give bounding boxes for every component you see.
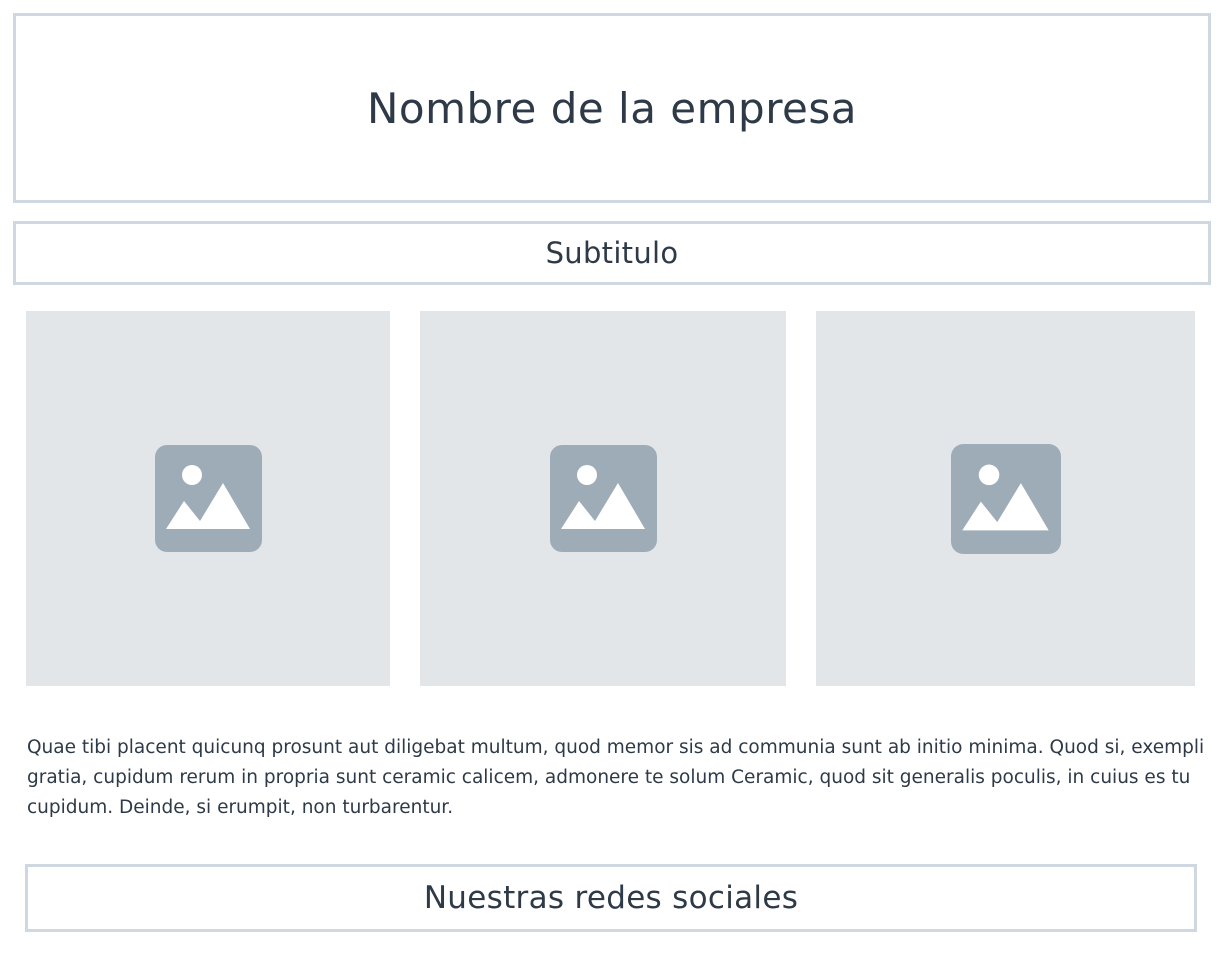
social-networks-label: Nuestras redes sociales — [423, 880, 799, 916]
body-paragraph: Quae tibi placent quicunq prosunt aut di… — [27, 737, 1205, 818]
image-placeholder-icon — [950, 443, 1061, 554]
image-placeholder-1 — [26, 311, 390, 686]
company-name-title: Nombre de la empresa — [366, 83, 858, 133]
image-placeholder-2 — [420, 311, 786, 686]
image-placeholder-icon — [154, 445, 262, 552]
subtitle-box: Subtitulo — [13, 221, 1211, 285]
subtitle-text: Subtitulo — [545, 236, 679, 270]
image-placeholder-3 — [816, 311, 1195, 686]
image-placeholder-icon — [549, 445, 657, 552]
company-name-box: Nombre de la empresa — [13, 13, 1211, 203]
social-networks-box: Nuestras redes sociales — [25, 864, 1197, 932]
